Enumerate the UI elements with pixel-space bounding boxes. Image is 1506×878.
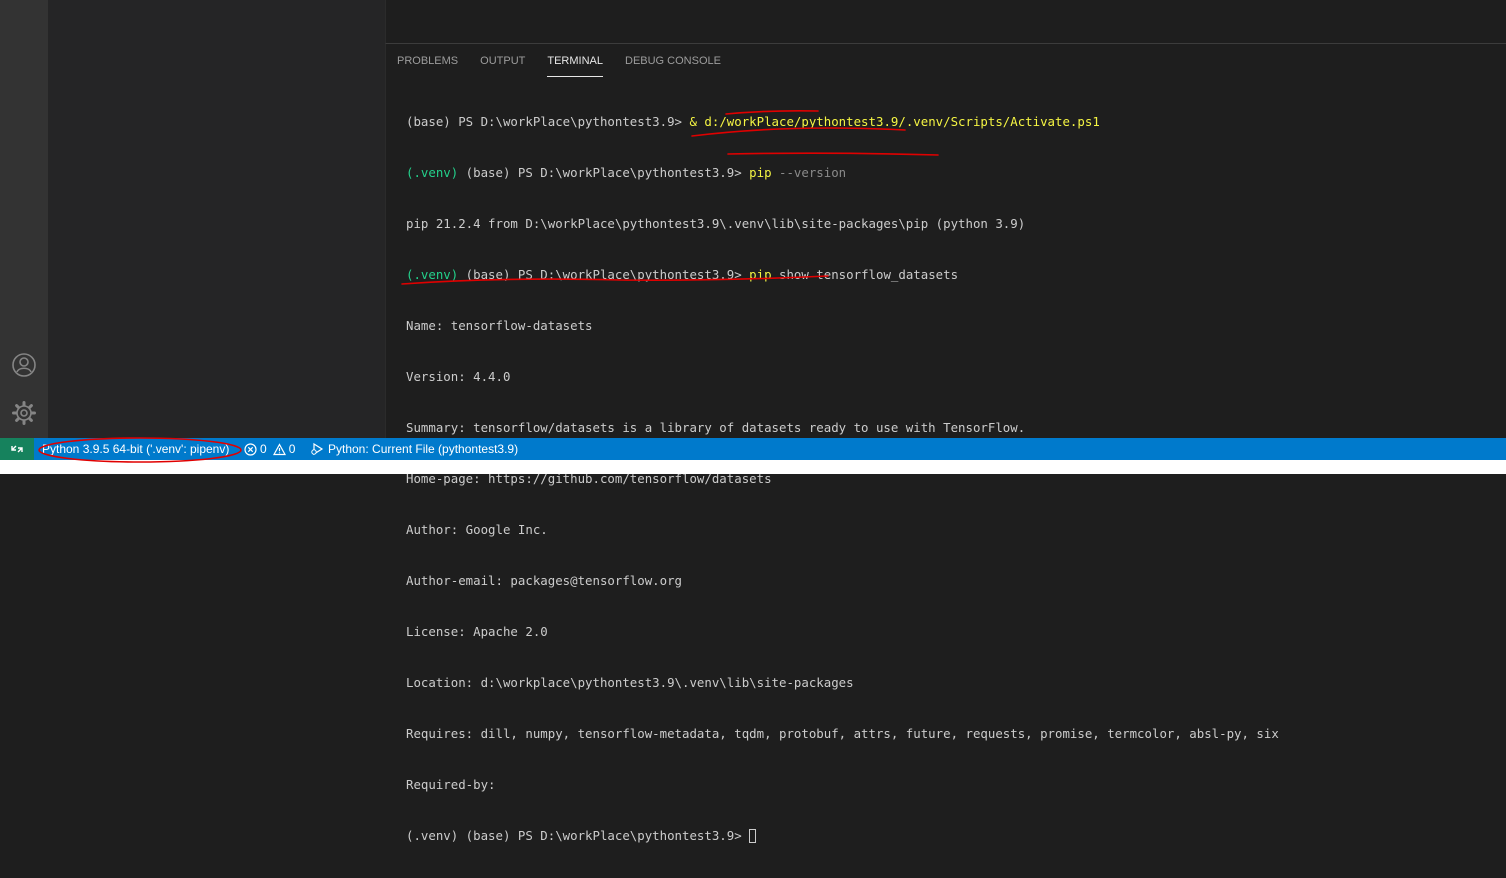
remote-icon <box>11 445 23 453</box>
tab-debug-console[interactable]: DEBUG CONSOLE <box>614 44 732 79</box>
run-configuration-label: Python: Current File (pythontest3.9) <box>328 442 519 456</box>
tab-problems[interactable]: PROBLEMS <box>386 44 469 79</box>
terminal-output-line: Requires: dill, numpy, tensorflow-metada… <box>406 726 1279 741</box>
terminal-prompt: (base) PS D:\workPlace\pythontest3.9> <box>458 828 750 843</box>
activity-bar <box>0 0 48 438</box>
terminal-output-line: Author: Google Inc. <box>406 522 548 537</box>
terminal-output-line: Location: d:\workplace\pythontest3.9\.ve… <box>406 675 854 690</box>
tab-output[interactable]: OUTPUT <box>469 44 536 79</box>
terminal-line: (.venv) (base) PS D:\workPlace\pythontes… <box>406 827 1496 844</box>
terminal-line: (.venv) (base) PS D:\workPlace\pythontes… <box>406 164 1496 181</box>
terminal-prompt: (base) PS D:\workPlace\pythontest3.9> <box>406 114 690 129</box>
sidebar <box>48 0 385 438</box>
terminal-output-line: Name: tensorflow-datasets <box>406 318 593 333</box>
terminal-output-line: Summary: tensorflow/datasets is a librar… <box>406 420 1026 435</box>
warning-count: 0 <box>288 442 296 456</box>
terminal-command: pip <box>749 267 772 282</box>
terminal-output-line: Author-email: packages@tensorflow.org <box>406 573 683 588</box>
terminal-output[interactable]: (base) PS D:\workPlace\pythontest3.9> & … <box>406 79 1496 878</box>
terminal-prompt: (base) PS D:\workPlace\pythontest3.9> <box>458 267 750 282</box>
terminal-output-line: License: Apache 2.0 <box>406 624 548 639</box>
terminal-line: (base) PS D:\workPlace\pythontest3.9> & … <box>406 113 1496 130</box>
terminal-cursor <box>749 829 757 843</box>
warning-icon <box>272 442 286 456</box>
error-count: 0 <box>260 442 267 456</box>
status-bottom-strip <box>0 460 1506 474</box>
python-interpreter-selector[interactable]: Python 3.9.5 64-bit ('.venv': pipenv) <box>42 438 229 460</box>
problems-indicator[interactable]: 0 0 <box>244 438 295 460</box>
venv-indicator: (.venv) <box>406 828 459 843</box>
editor-area <box>385 0 1506 43</box>
terminal-output-line: Required-by: <box>406 777 496 792</box>
venv-indicator: (.venv) <box>406 267 459 282</box>
terminal-argument: --version <box>771 165 847 180</box>
panel-tabs: PROBLEMS OUTPUT TERMINAL DEBUG CONSOLE <box>386 44 732 79</box>
debug-run-icon <box>310 442 324 456</box>
terminal-output-line: Version: 4.4.0 <box>406 369 511 384</box>
terminal-amp: & <box>689 114 705 129</box>
tab-terminal[interactable]: TERMINAL <box>536 44 614 79</box>
terminal-prompt-full: (.venv) (base) PS D:\workPlace\pythontes… <box>406 828 749 843</box>
terminal-command: pip <box>749 165 772 180</box>
error-icon <box>244 442 257 456</box>
status-bar: Python 3.9.5 64-bit ('.venv': pipenv) 0 … <box>0 438 1506 474</box>
gear-icon[interactable] <box>11 400 37 426</box>
terminal-line: pip 21.2.4 from D:\workPlace\pythontest3… <box>406 216 1026 231</box>
panel: PROBLEMS OUTPUT TERMINAL DEBUG CONSOLE (… <box>385 43 1506 843</box>
account-icon[interactable] <box>11 352 37 378</box>
terminal-command: d:/workPlace/pythontest3.9/.venv/Scripts… <box>704 114 1100 129</box>
terminal-line: (.venv) (base) PS D:\workPlace\pythontes… <box>406 266 1496 283</box>
run-configuration[interactable]: Python: Current File (pythontest3.9) <box>310 438 518 460</box>
terminal-prompt: (base) PS D:\workPlace\pythontest3.9> <box>458 165 750 180</box>
remote-button[interactable] <box>0 438 34 460</box>
venv-indicator: (.venv) <box>406 165 459 180</box>
terminal-argument: show tensorflow_datasets <box>771 267 959 282</box>
